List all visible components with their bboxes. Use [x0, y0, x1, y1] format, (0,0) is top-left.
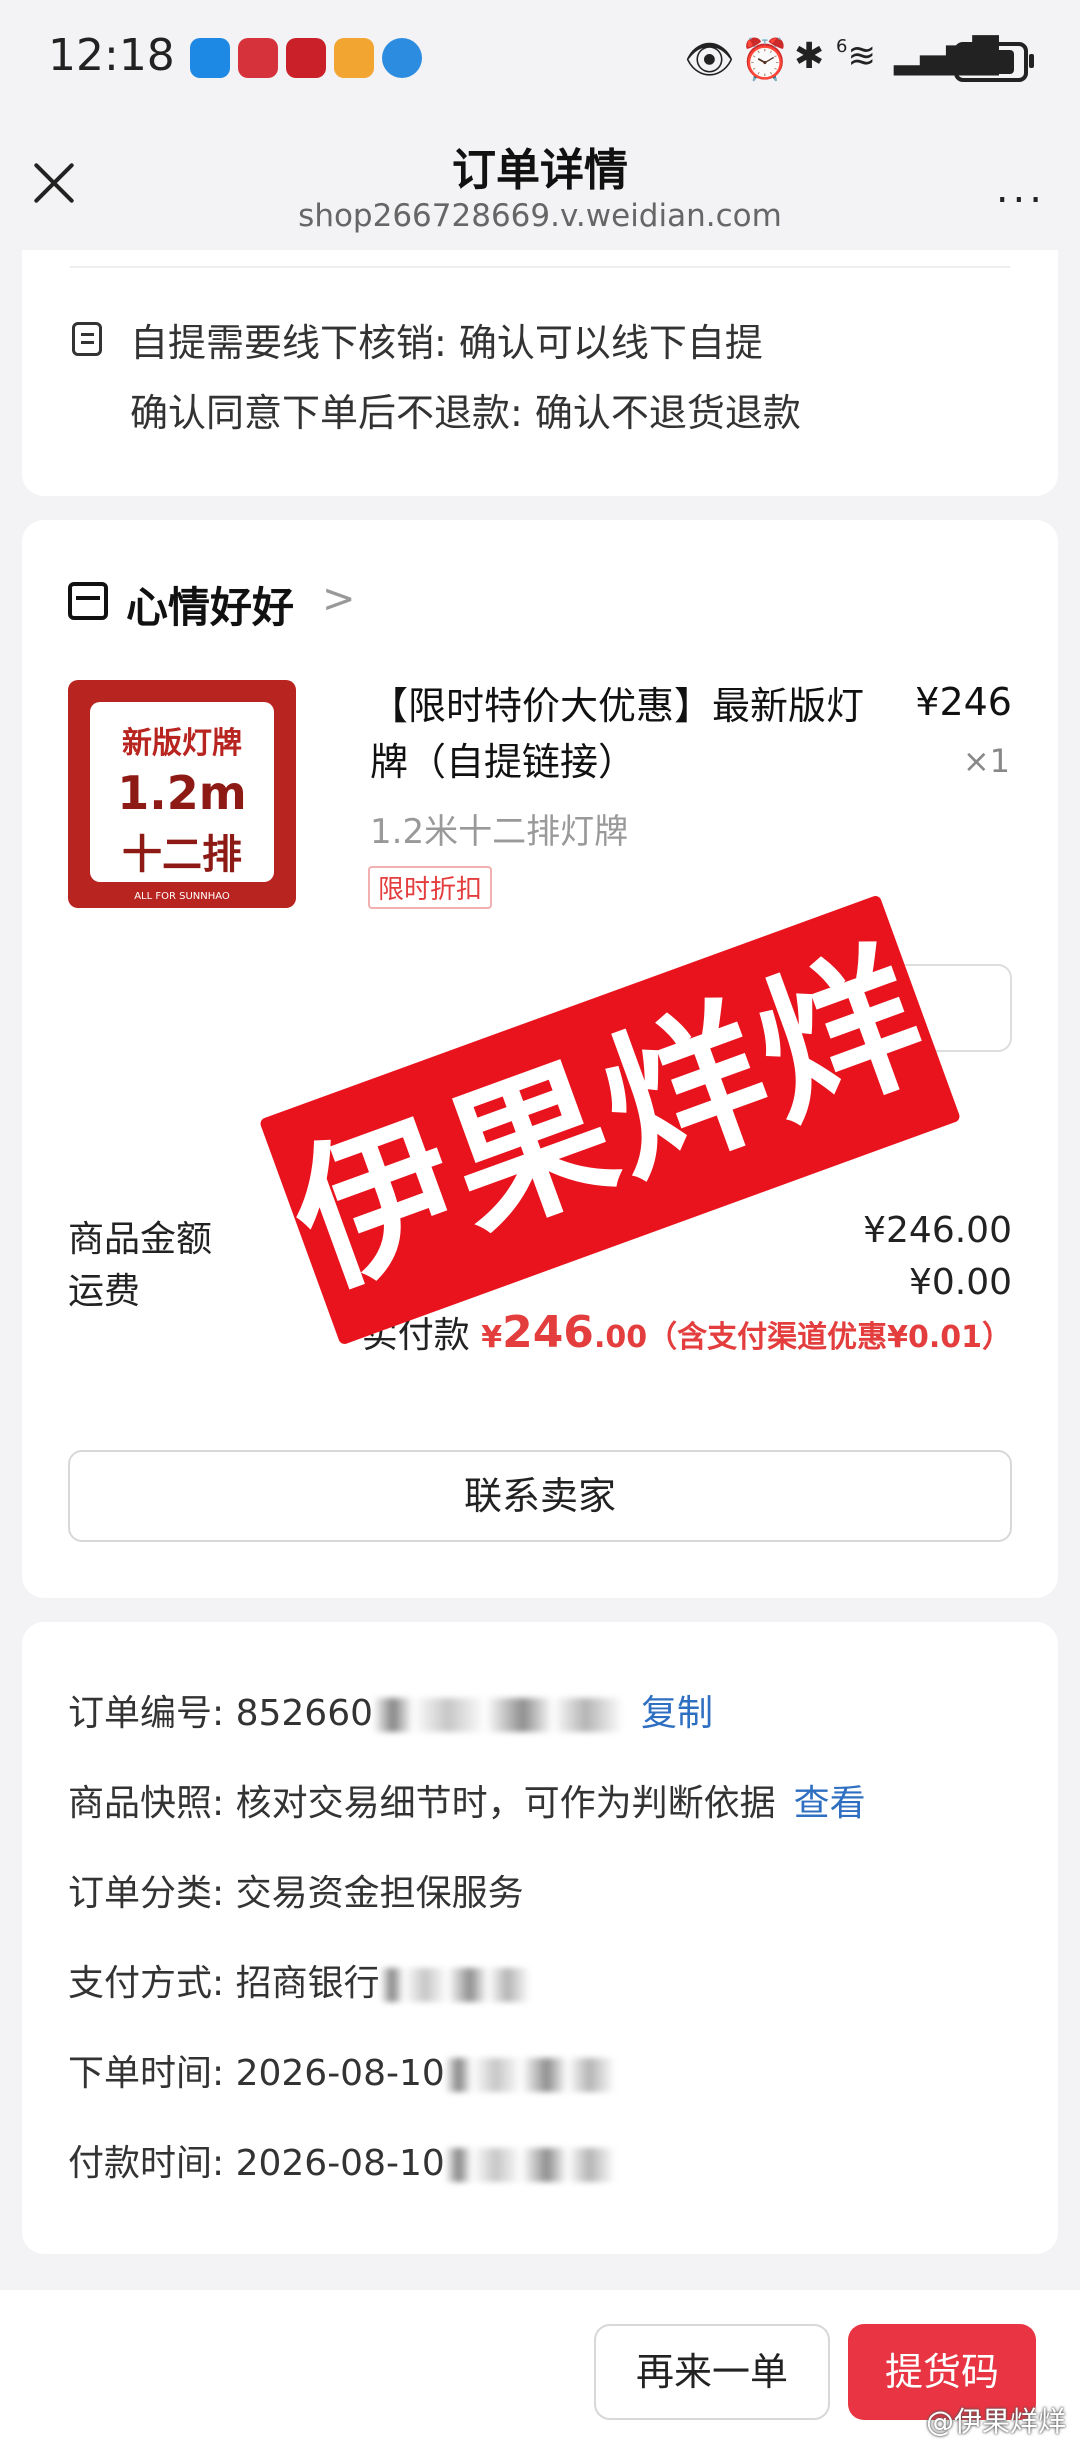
page-url: shop266728669.v.weidian.com	[298, 198, 782, 234]
shop-icon	[68, 582, 108, 620]
wifi-label: 6	[836, 36, 848, 57]
product-price: ¥246	[915, 680, 1012, 724]
huawei-icon	[238, 38, 278, 78]
order-notes-card: 自提需要线下核销: 确认可以线下自提 确认同意下单后不退款: 确认不退货退款	[22, 250, 1058, 496]
weibo-watermark: @伊果烊烊	[925, 2405, 1066, 2438]
browser-icon	[382, 38, 422, 78]
paid-amount-row: 实付款 ¥246.00（含支付渠道优惠¥0.01）	[362, 1306, 1012, 1358]
goods-amount-value: ¥246.00	[863, 1210, 1012, 1251]
order-again-button[interactable]: 再来一单	[594, 2324, 830, 2420]
copy-link[interactable]: 复制	[641, 1693, 713, 1734]
redacted-mark	[444, 2148, 615, 2182]
category-row: 订单分类: 交易资金担保服务	[68, 1873, 524, 1914]
product-quantity: ×1	[962, 742, 1010, 780]
wifi-icon: 6≋	[836, 36, 876, 76]
order-number-label: 订单编号: 852660	[68, 1693, 373, 1734]
shop-app-icon	[286, 38, 326, 78]
order-time-row: 下单时间: 2026-08-10	[68, 2044, 615, 2096]
snapshot-row: 商品快照: 核对交易细节时，可作为判断依据 查看	[68, 1774, 866, 1826]
product-image-line1: 新版灯牌	[122, 726, 242, 761]
order-info-card: 订单编号: 852660 复制 商品快照: 核对交易细节时，可作为判断依据 查看 订…	[22, 1622, 1058, 2254]
redacted-mark	[444, 2058, 615, 2092]
payment-method-label: 支付方式: 招商银行	[68, 1963, 380, 2004]
chevron-right-icon[interactable]: >	[322, 576, 356, 622]
paid-time-row: 付款时间: 2026-08-10	[68, 2134, 615, 2186]
order-time-label: 下单时间: 2026-08-10	[68, 2053, 445, 2094]
payment-method-row: 支付方式: 招商银行	[68, 1954, 530, 2006]
shipping-label: 运费	[68, 1271, 141, 1312]
bluetooth-icon: ✱	[794, 36, 825, 77]
food-app-icon	[334, 38, 374, 78]
product-title[interactable]: 【限时特价大优惠】最新版灯牌（自提链接）	[370, 678, 870, 790]
redacted-mark	[373, 1698, 623, 1732]
note-line-pickup: 自提需要线下核销: 确认可以线下自提	[130, 321, 763, 365]
view-snapshot-link[interactable]: 查看	[794, 1783, 866, 1824]
eye-icon: 👁	[684, 37, 735, 83]
status-bar: 12:18 👁 ⏰ ✱ 6≋ ▂▄▆█	[0, 0, 1080, 120]
battery-icon	[954, 42, 1034, 82]
order-number-row: 订单编号: 852660 复制	[68, 1684, 713, 1736]
shop-name[interactable]: 心情好好	[126, 574, 294, 635]
status-time: 12:18	[48, 30, 175, 81]
redacted-mark	[379, 1968, 530, 2002]
discount-tag: 限时折扣	[368, 866, 493, 909]
paid-decimals: .00	[593, 1320, 648, 1355]
product-image[interactable]: 新版灯牌 1.2m 十二排 ALL FOR SUNNHAO	[68, 680, 296, 908]
note-icon	[72, 322, 102, 356]
page-title: 订单详情	[452, 145, 628, 196]
more-menu-icon[interactable]: ...	[996, 169, 1046, 209]
shipping-value: ¥0.00	[908, 1262, 1012, 1303]
alarm-icon: ⏰	[740, 37, 790, 83]
product-spec: 1.2米十二排灯牌	[370, 812, 629, 852]
product-image-footer: ALL FOR SUNNHAO	[134, 891, 230, 902]
note-line-refund: 确认同意下单后不退款: 确认不退货退款	[130, 391, 801, 435]
contact-seller-button[interactable]: 联系卖家	[68, 1450, 1012, 1542]
nav-bar: 订单详情 shop266728669.v.weidian.com ...	[0, 120, 1080, 250]
product-image-line3: 十二排	[122, 832, 242, 878]
goods-amount-label: 商品金额	[68, 1219, 213, 1260]
product-image-line2: 1.2m	[117, 766, 247, 820]
paid-time-label: 付款时间: 2026-08-10	[68, 2143, 445, 2184]
paid-currency: ¥	[481, 1320, 503, 1355]
bottom-action-bar: 再来一单 提货码 @伊果烊烊	[0, 2290, 1080, 2440]
paid-note: （含支付渠道优惠¥0.01）	[647, 1320, 1012, 1355]
paid-amount: 246	[502, 1307, 594, 1358]
snapshot-label: 商品快照: 核对交易细节时，可作为判断依据	[68, 1783, 776, 1824]
messages-icon	[190, 38, 230, 78]
divider	[70, 266, 1010, 268]
